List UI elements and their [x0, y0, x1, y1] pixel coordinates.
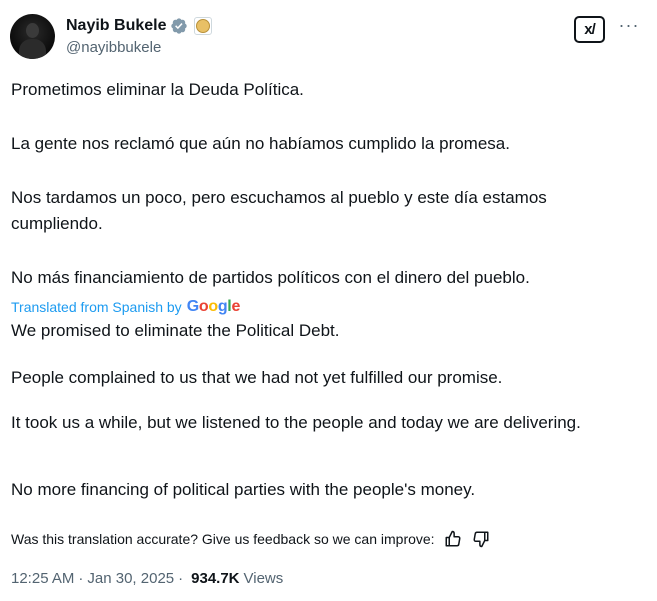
tweet-meta: 12:25 AM · Jan 30, 2025 · 934.7K Views	[11, 568, 283, 588]
author-name-row: Nayib Bukele	[66, 16, 213, 36]
avatar[interactable]	[10, 14, 55, 59]
tweet-time[interactable]: 12:25 AM	[11, 570, 74, 587]
avatar-head	[26, 23, 39, 38]
translated-paragraph-2: People complained to us that we had not …	[11, 368, 503, 387]
original-paragraph-3: Nos tardamos un poco, pero escuchamos al…	[11, 188, 547, 233]
translation-notice-text: Translated from Spanish by	[11, 299, 182, 315]
original-paragraph-2: La gente nos reclamó que aún no habíamos…	[11, 134, 510, 153]
translated-paragraph-3: It took us a while, but we listened to t…	[11, 413, 581, 432]
avatar-body	[19, 39, 46, 59]
original-paragraph-1: Prometimos eliminar la Deuda Política.	[11, 80, 304, 99]
seal-emblem	[196, 19, 211, 33]
feedback-text: Was this translation accurate? Give us f…	[11, 531, 435, 547]
thumbs-down-icon[interactable]	[471, 529, 491, 549]
translation-feedback: Was this translation accurate? Give us f…	[11, 528, 491, 550]
thumbs-up-icon[interactable]	[443, 529, 463, 549]
grok-button[interactable]: x/	[574, 16, 605, 43]
author-name[interactable]: Nayib Bukele	[66, 17, 166, 35]
views-count[interactable]: 934.7K	[191, 570, 239, 587]
google-logo: Google	[186, 298, 241, 315]
views-label: Views	[243, 569, 284, 587]
translated-paragraph-1: We promised to eliminate the Political D…	[11, 321, 340, 340]
translation-notice[interactable]: Translated from Spanish by Google	[11, 297, 240, 317]
more-options-icon[interactable]: ···	[617, 16, 641, 38]
tweet-date[interactable]: Jan 30, 2025	[87, 570, 174, 587]
translated-paragraph-4: No more financing of political parties w…	[11, 480, 476, 499]
author-handle[interactable]: @nayibbukele	[66, 39, 161, 56]
tweet-header: Nayib Bukele @nayibbukele x/ ···	[10, 14, 645, 60]
government-seal-icon[interactable]	[194, 17, 213, 35]
verified-badge-icon[interactable]	[170, 17, 188, 35]
original-paragraph-4: No más financiamiento de partidos políti…	[11, 268, 530, 287]
meta-separator: ·	[78, 569, 84, 587]
meta-separator: ·	[178, 569, 184, 587]
